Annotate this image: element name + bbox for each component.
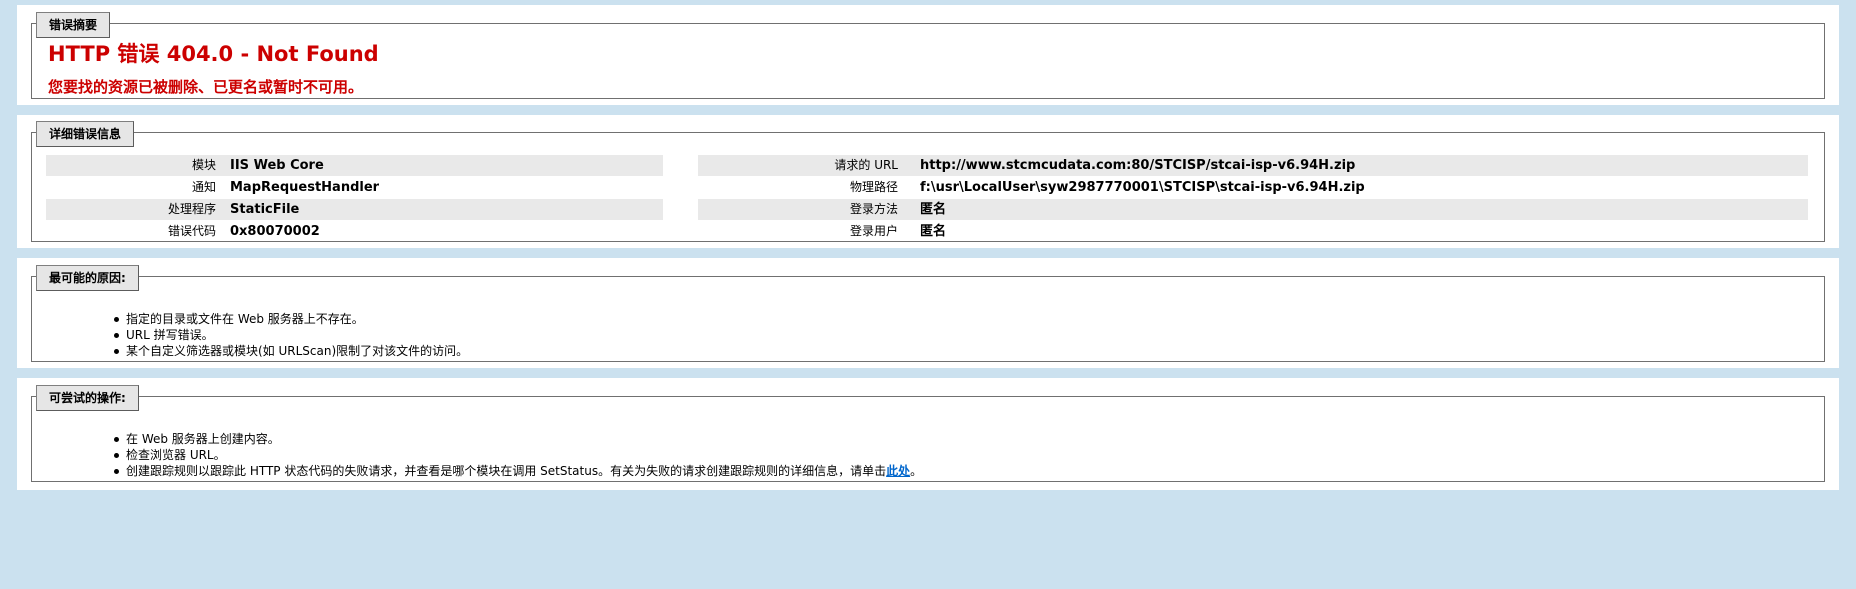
detail-key: 请求的 URL xyxy=(834,158,898,172)
list-item: URL 拼写错误。 xyxy=(112,327,468,343)
actions-fieldset: 可尝试的操作: 在 Web 服务器上创建内容。 检查浏览器 URL。 创建跟踪规… xyxy=(31,385,1825,482)
detail-value: 0x80070002 xyxy=(230,224,320,239)
actions-panel: 可尝试的操作: 在 Web 服务器上创建内容。 检查浏览器 URL。 创建跟踪规… xyxy=(17,378,1839,490)
detail-row-logon-user: 登录用户 匿名 xyxy=(698,221,1808,242)
causes-legend: 最可能的原因: xyxy=(36,265,139,291)
actions-list: 在 Web 服务器上创建内容。 检查浏览器 URL。 创建跟踪规则以跟踪此 HT… xyxy=(112,431,922,479)
detail-value: StaticFile xyxy=(230,202,300,217)
causes-fieldset: 最可能的原因: 指定的目录或文件在 Web 服务器上不存在。 URL 拼写错误。… xyxy=(31,265,1825,362)
detail-key: 登录方法 xyxy=(849,202,898,216)
list-item: 指定的目录或文件在 Web 服务器上不存在。 xyxy=(112,311,468,327)
actions-legend: 可尝试的操作: xyxy=(36,385,139,411)
detail-row-module: 模块 IIS Web Core xyxy=(46,155,663,176)
details-legend: 详细错误信息 xyxy=(36,121,135,147)
summary-panel: 错误摘要 HTTP 错误 404.0 - Not Found 您要找的资源已被删… xyxy=(17,5,1839,105)
list-item: 检查浏览器 URL。 xyxy=(112,447,922,463)
detail-key: 登录用户 xyxy=(849,224,898,238)
detail-value: MapRequestHandler xyxy=(230,180,380,195)
detail-value: f:\usr\LocalUser\syw2987770001\STCISP\st… xyxy=(920,180,1365,195)
error-subtitle: 您要找的资源已被删除、已更名或暂时不可用。 xyxy=(48,78,364,96)
detail-key: 错误代码 xyxy=(167,224,216,238)
detail-row-handler: 处理程序 StaticFile xyxy=(46,199,663,220)
trace-rules-suffix: 。 xyxy=(910,464,923,478)
detail-row-logon-method: 登录方法 匿名 xyxy=(698,199,1808,220)
detail-value: IIS Web Core xyxy=(230,158,324,173)
list-item-trace-rules: 创建跟踪规则以跟踪此 HTTP 状态代码的失败请求，并查看是哪个模块在调用 Se… xyxy=(112,463,922,479)
detail-key: 模块 xyxy=(191,158,216,172)
detail-row-physical-path: 物理路径 f:\usr\LocalUser\syw2987770001\STCI… xyxy=(698,177,1808,198)
detail-row-requested-url: 请求的 URL http://www.stcmcudata.com:80/STC… xyxy=(698,155,1808,176)
trace-rules-text: 创建跟踪规则以跟踪此 HTTP 状态代码的失败请求，并查看是哪个模块在调用 Se… xyxy=(126,464,887,478)
detail-row-notification: 通知 MapRequestHandler xyxy=(46,177,663,198)
detail-row-error-code: 错误代码 0x80070002 xyxy=(46,221,663,242)
click-here-link[interactable]: 此处 xyxy=(886,464,910,478)
details-fieldset: 详细错误信息 模块 IIS Web Core 通知 MapRequestHand… xyxy=(31,121,1825,242)
detail-key: 通知 xyxy=(191,180,216,194)
detail-value: 匿名 xyxy=(920,224,947,239)
error-page: 错误摘要 HTTP 错误 404.0 - Not Found 您要找的资源已被删… xyxy=(0,0,1856,589)
summary-legend: 错误摘要 xyxy=(36,12,111,38)
detail-value: 匿名 xyxy=(920,202,947,217)
causes-list: 指定的目录或文件在 Web 服务器上不存在。 URL 拼写错误。 某个自定义筛选… xyxy=(112,311,468,359)
detail-value: http://www.stcmcudata.com:80/STCISP/stca… xyxy=(920,158,1356,173)
detail-key: 处理程序 xyxy=(167,202,216,216)
causes-panel: 最可能的原因: 指定的目录或文件在 Web 服务器上不存在。 URL 拼写错误。… xyxy=(17,258,1839,368)
error-title: HTTP 错误 404.0 - Not Found xyxy=(48,42,379,66)
details-panel: 详细错误信息 模块 IIS Web Core 通知 MapRequestHand… xyxy=(17,115,1839,248)
list-item: 在 Web 服务器上创建内容。 xyxy=(112,431,922,447)
list-item: 某个自定义筛选器或模块(如 URLScan)限制了对该文件的访问。 xyxy=(112,343,468,359)
detail-key: 物理路径 xyxy=(849,180,898,194)
summary-fieldset: 错误摘要 HTTP 错误 404.0 - Not Found 您要找的资源已被删… xyxy=(31,12,1825,99)
